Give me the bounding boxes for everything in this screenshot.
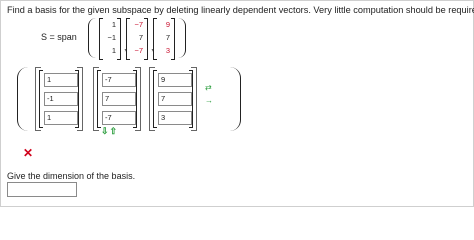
answer-column-2[interactable]: -7 7 -7 [93,67,141,131]
right-brace [177,18,186,58]
dimension-input[interactable] [7,182,77,197]
answer-cell[interactable]: 9 [158,73,192,87]
vector-entry: −7 [134,20,143,29]
column-move-arrows[interactable]: ⇄ → [205,81,217,107]
vector-entry: −1 [107,33,116,42]
vector-entry: 9 [165,20,170,29]
swap-arrow-icon[interactable]: ⇄ [205,81,217,94]
vector-entry: 7 [165,33,170,42]
x-mark-icon: ✕ [23,146,34,160]
answer-cell[interactable]: 7 [158,92,192,106]
answer-left-brace [17,67,28,131]
answer-cell[interactable]: 1 [44,73,78,87]
question-panel: Find a basis for the given subspace by d… [0,0,474,207]
answer-cell[interactable]: 3 [158,111,192,125]
left-brace [88,18,97,58]
answer-column-1[interactable]: 1 -1 1 [35,67,83,131]
span-label: S = span [41,32,77,42]
answer-column-3[interactable]: 9 7 3 [149,67,197,131]
answer-cell[interactable]: 7 [102,92,136,106]
span-vector-2: −7 7 −7 [126,16,148,60]
right-arrow-icon[interactable]: → [205,94,217,107]
answer-cell[interactable]: 1 [44,111,78,125]
vector-entry: −7 [134,46,143,55]
span-vector-3: 9 7 3 [153,16,175,60]
answer-cell[interactable]: -1 [44,92,78,106]
dimension-label: Give the dimension of the basis. [7,171,136,181]
answer-right-brace [230,67,241,131]
vector-entry: 1 [111,20,116,29]
answer-cell[interactable]: -7 [102,111,136,125]
question-prompt: Find a basis for the given subspace by d… [7,5,474,15]
answer-cell[interactable]: -7 [102,73,136,87]
vector-entry: 1 [111,46,116,55]
row-move-arrows-icon[interactable]: ⇩⇧ [101,126,118,137]
span-vector-1: 1 −1 1 [99,16,121,60]
vector-entry: 3 [165,46,170,55]
vector-entry: 7 [138,33,143,42]
